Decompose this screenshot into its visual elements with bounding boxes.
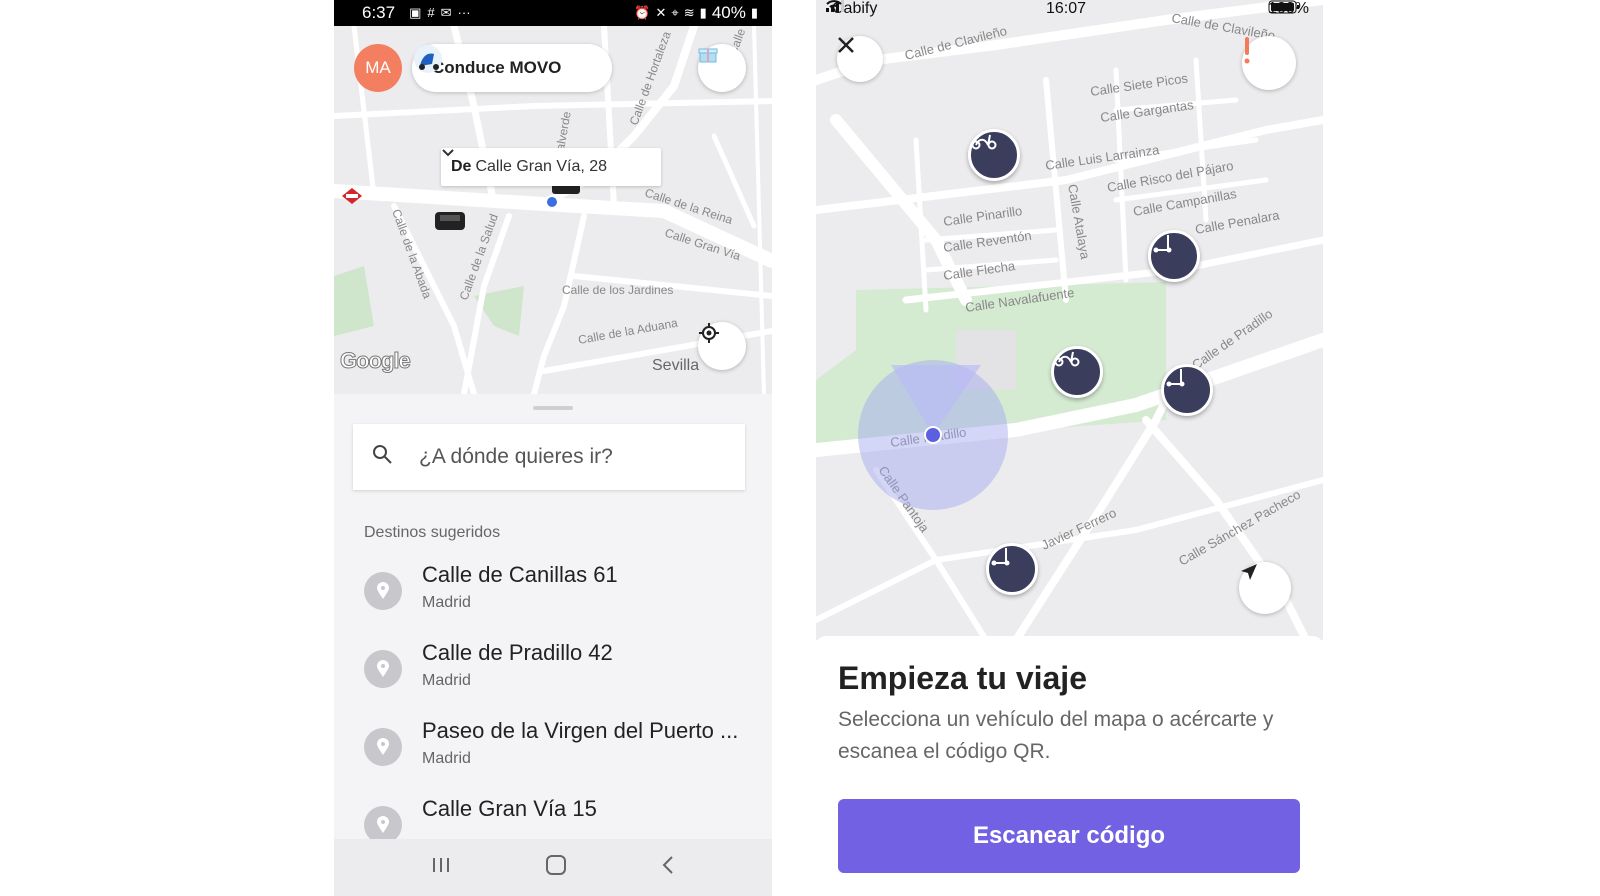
status-time: 6:37 [362,3,396,22]
avatar[interactable]: MA [354,44,402,92]
ios-screen: Calle de Clavileño Calle de Clavileño Ca… [816,0,1323,896]
destination-name: Paseo de la Virgen del Puerto ... [422,718,739,743]
ios-status-bar: Cabify 16:07 100% [816,0,1323,20]
scooter-marker[interactable] [1051,346,1103,398]
system-icons: ⏰ ✕ ⌖ ≋ ▮ 40% ▮ [634,3,758,23]
destination-name: Calle de Pradillo 42 [422,640,613,665]
android-nav-bar [334,839,772,896]
movo-label: Conduce MOVO [432,58,562,77]
map-pin-icon [364,650,402,688]
scooter-marker[interactable] [968,129,1020,181]
pickup-selector[interactable]: De Calle Gran Vía, 28 [441,148,661,186]
battery-icon: ▮ [750,5,758,20]
start-trip-card: Empieza tu viaje Selecciona un vehículo … [816,636,1323,896]
destination-name: Calle de Canillas 61 [422,562,618,587]
image-icon: ▣ [409,5,422,20]
place-label: Sevilla [652,357,700,374]
pickup-address: Calle Gran Vía, 28 [475,158,608,175]
status-time: 16:07 [1046,0,1087,17]
pickup-prefix: De [451,158,472,175]
battery: 100% [1268,0,1315,18]
google-logo: Google [340,348,412,374]
android-screen: 6:37 ▣ # ✉ ··· ⏰ ✕ ⌖ ≋ ▮ 40% ▮ Calle de … [334,0,772,896]
car-icon [435,212,465,230]
mail-icon: ✉ [440,5,452,20]
search-icon [371,443,393,471]
destination-city: Madrid [422,750,471,767]
scan-code-button[interactable]: Escanear código [838,799,1300,873]
recent-apps-button[interactable] [431,856,451,879]
movo-button[interactable]: Conduce MOVO [412,44,612,92]
signal-icon: ▮ [699,5,707,20]
vehicle-map[interactable]: Calle de Clavileño Calle de Clavileño Ca… [816,0,1323,640]
kickscooter-marker[interactable] [1148,230,1200,282]
kickscooter-marker[interactable] [1161,364,1213,416]
search-placeholder: ¿A dónde quieres ir? [419,445,613,468]
user-location-icon [858,360,1008,510]
card-title: Empieza tu viaje [838,660,1087,696]
kickscooter-marker[interactable] [986,543,1038,595]
battery-percent: 40% [711,3,746,22]
destination-item[interactable]: Paseo de la Virgen del Puerto ... Madrid [364,718,754,778]
mute-icon: ✕ [655,5,667,20]
report-button[interactable] [1242,36,1296,90]
destination-name: Calle Gran Vía 15 [422,796,597,821]
destination-city: Madrid [422,594,471,611]
map-canvas: Calle de Clavileño Calle de Clavileño Ca… [816,0,1323,640]
map-pin-icon [364,572,402,610]
locate-me-button[interactable] [1239,562,1291,614]
bottom-sheet: ¿A dónde quieres ir? Destinos sugeridos … [334,394,772,844]
carrier: Cabify [826,0,883,18]
wifi-icon: ≋ [683,5,695,20]
gift-button[interactable] [698,44,746,92]
more-notifications: ··· [457,5,471,20]
map-pin-icon [364,728,402,766]
destination-search[interactable]: ¿A dónde quieres ir? [353,424,745,490]
home-button[interactable] [545,854,567,881]
destination-item[interactable]: Calle de Canillas 61 Madrid [364,562,754,622]
card-subtitle: Selecciona un vehículo del mapa o acérca… [838,708,1274,763]
notification-icons: ▣ # ✉ ··· [409,5,470,21]
back-button[interactable] [661,855,675,880]
location-icon: ⌖ [671,5,679,20]
alarm-icon: ⏰ [634,5,651,20]
current-location-icon [545,195,559,209]
recenter-button[interactable] [698,322,746,370]
slack-icon: # [427,5,435,20]
sheet-handle[interactable] [533,406,573,410]
close-button[interactable] [837,36,883,82]
avatar-initials: MA [365,58,391,77]
street-label: Calle de los Jardines [562,283,673,297]
destination-city: Madrid [422,672,471,689]
suggested-title: Destinos sugeridos [364,524,501,541]
map[interactable]: Calle de Hortaleza alverde Calle de la R… [334,26,772,394]
destination-item[interactable]: Calle de Pradillo 42 Madrid [364,640,754,700]
status-bar: 6:37 ▣ # ✉ ··· ⏰ ✕ ⌖ ≋ ▮ 40% ▮ [334,0,772,26]
